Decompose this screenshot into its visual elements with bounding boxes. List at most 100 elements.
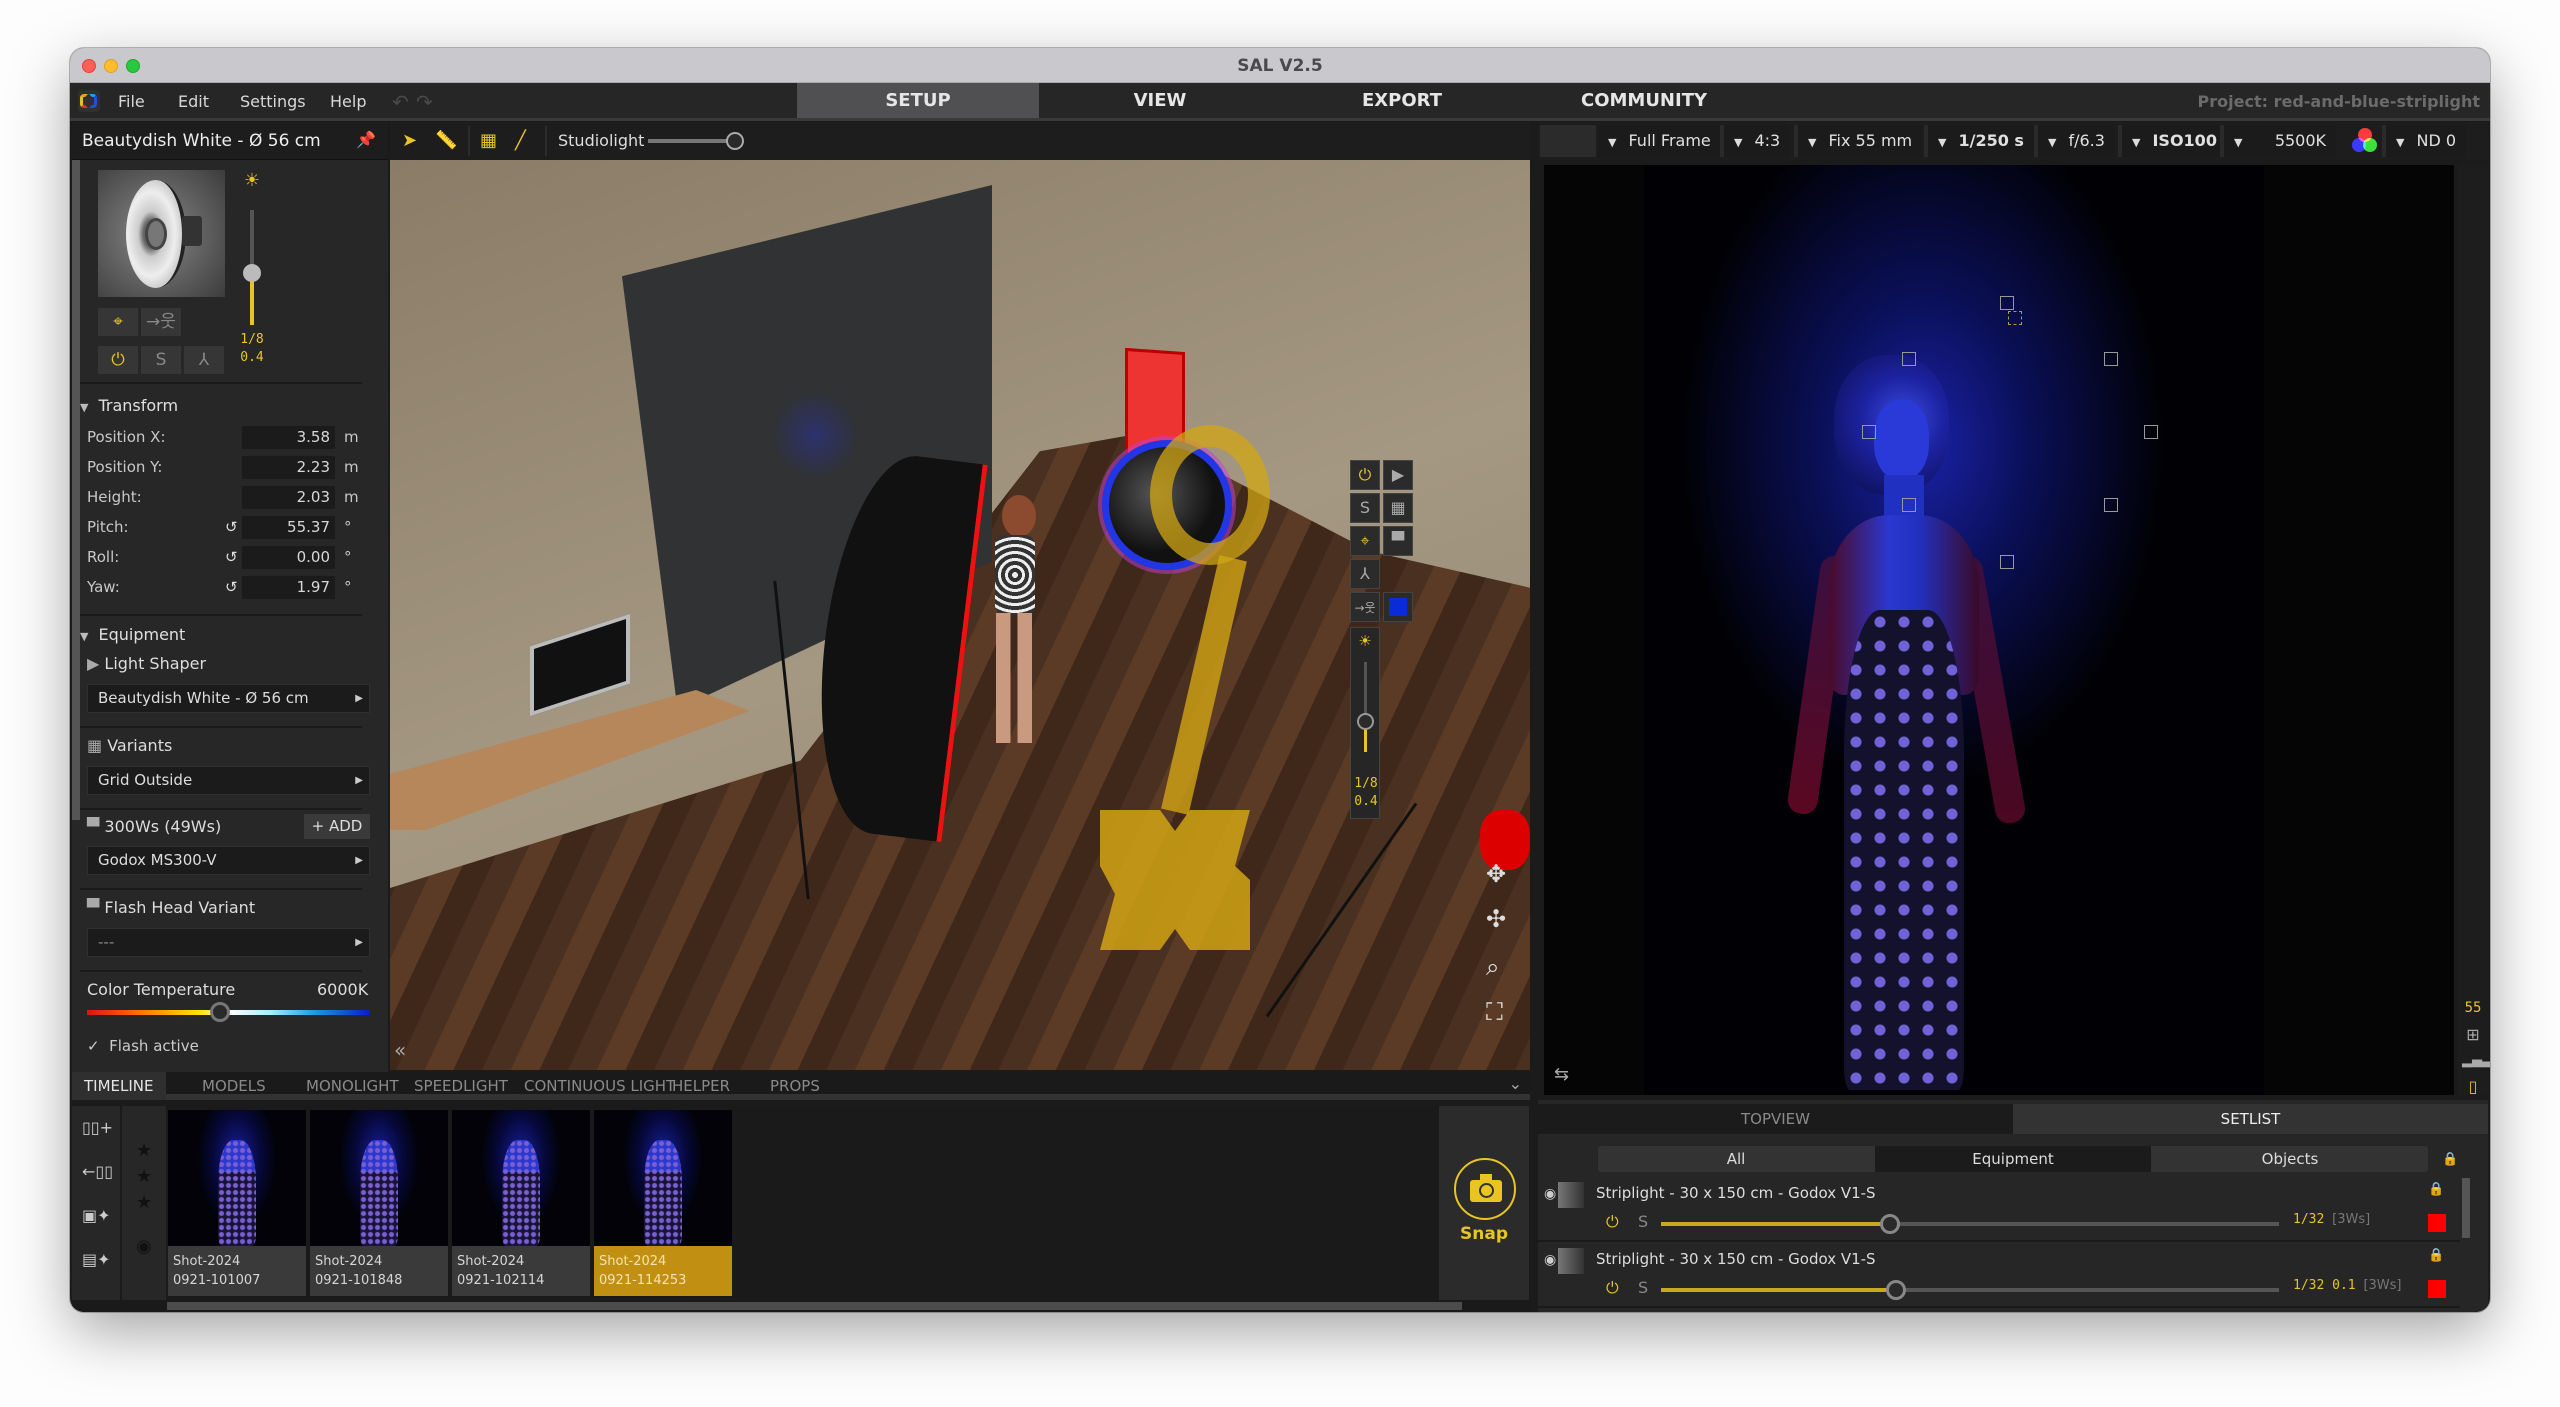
aperture-select[interactable]: ▼ f/6.3 xyxy=(2038,125,2115,157)
tab-export[interactable]: EXPORT xyxy=(1281,83,1523,118)
tab-continuous-light[interactable]: CONTINUOUS LIGHT xyxy=(524,1072,675,1100)
add-shot-icon[interactable]: ▯▯+ xyxy=(82,1118,113,1137)
transform-value-input[interactable]: 2.23 xyxy=(242,456,335,479)
light-color-swatch[interactable] xyxy=(2428,1280,2446,1298)
tab-setlist[interactable]: SETLIST xyxy=(2013,1104,2488,1134)
timeline-shot[interactable]: Shot-2024 0921-114253 xyxy=(594,1110,732,1296)
timeline-shot[interactable]: Shot-2024 0921-101007 xyxy=(168,1110,306,1296)
light-color-swatch[interactable] xyxy=(2428,1214,2446,1232)
stand-button[interactable]: ⅄ xyxy=(184,346,224,374)
shutter-select[interactable]: ▼ 1/250 s xyxy=(1928,125,2034,157)
line-tool-icon[interactable]: ╱ xyxy=(515,130,526,151)
tab-topview[interactable]: TOPVIEW xyxy=(1538,1104,2013,1134)
transform-value-input[interactable]: 3.58 xyxy=(242,426,335,449)
visibility-eye-icon[interactable]: ◉ xyxy=(1544,1186,1556,1202)
af-grid-icon[interactable]: ⊞ xyxy=(2462,1025,2484,1044)
timeline-shot[interactable]: Shot-2024 0921-102114 xyxy=(452,1110,590,1296)
grid-toggle-icon[interactable]: ▦ xyxy=(480,130,497,151)
transform-value-input[interactable]: 0.00 xyxy=(242,546,335,569)
measure-tool-icon[interactable]: 📏 xyxy=(435,130,457,151)
tab-timeline[interactable]: TIMELINE xyxy=(72,1072,166,1100)
pin-icon[interactable]: 📌 xyxy=(356,130,376,149)
star-icon[interactable]: ★ xyxy=(136,1166,152,1187)
flash-select[interactable]: Godox MS300-V ▶ xyxy=(87,846,370,875)
menu-edit[interactable]: Edit xyxy=(178,92,209,111)
histogram-icon[interactable]: ▂▄▃ xyxy=(2462,1053,2490,1068)
compare-icon[interactable]: ▣✦ xyxy=(82,1206,111,1225)
aspect-select[interactable]: ▼ 4:3 xyxy=(1724,125,1791,157)
tab-community[interactable]: COMMUNITY xyxy=(1523,83,1765,118)
orbit-icon[interactable]: ✥ xyxy=(1486,860,1506,888)
overlay-flash-head-button[interactable]: ▀ xyxy=(1383,526,1413,556)
filter-objects[interactable]: Objects xyxy=(2152,1146,2428,1172)
iso-select[interactable]: ▼ ISO100 xyxy=(2122,125,2227,157)
filter-equipment[interactable]: Equipment xyxy=(1875,1146,2151,1172)
zoom-icon[interactable]: ⌕ xyxy=(1486,953,1499,981)
af-point[interactable] xyxy=(1862,425,1876,439)
move-to-model-button[interactable]: →웃 xyxy=(141,308,181,336)
tab-helper[interactable]: HELPER xyxy=(672,1072,730,1100)
solo-s-icon[interactable]: S xyxy=(1638,1278,1648,1297)
overlay-grid-button[interactable]: ▦ xyxy=(1383,493,1413,523)
snap-button[interactable] xyxy=(1454,1158,1516,1220)
compare-all-icon[interactable]: ▤✦ xyxy=(82,1250,111,1269)
redo-icon[interactable]: ↷ xyxy=(416,90,433,114)
lock-icon[interactable]: 🔒 xyxy=(2428,1182,2444,1197)
menu-settings[interactable]: Settings xyxy=(240,92,306,111)
flash-active-checkbox[interactable]: ✓ Flash active xyxy=(87,1037,199,1055)
move-gizmo[interactable] xyxy=(1100,810,1250,950)
equipment-section-header[interactable]: ▼ Equipment xyxy=(80,625,185,644)
setlist-item[interactable]: ◉ Striplight - 30 x 150 cm - Godox V1-S … xyxy=(1538,1244,2460,1308)
overlay-target-button[interactable]: ⌖ xyxy=(1350,526,1380,556)
setlist-item[interactable]: ◉ Striplight - 30 x 150 cm - Godox V1-S … xyxy=(1538,1178,2460,1242)
power-slider-knob[interactable] xyxy=(243,264,261,283)
tab-props[interactable]: PROPS xyxy=(770,1072,820,1100)
reset-icon[interactable]: ↺ xyxy=(225,578,238,596)
overlay-color-button[interactable] xyxy=(1383,592,1413,622)
lock-icon[interactable]: 🔒 xyxy=(2428,1248,2444,1263)
tab-monolight[interactable]: MONOLIGHT xyxy=(306,1072,399,1100)
af-point[interactable] xyxy=(2000,555,2014,569)
power-slider[interactable] xyxy=(1661,1280,2279,1300)
tab-setup[interactable]: SETUP xyxy=(797,83,1039,118)
eye-icon[interactable]: ◉ xyxy=(136,1236,152,1257)
undo-icon[interactable]: ↶ xyxy=(392,90,409,114)
overlay-slider-knob[interactable] xyxy=(1357,712,1374,730)
transform-section-header[interactable]: ▼ Transform xyxy=(80,396,178,415)
target-button[interactable]: ⌖ xyxy=(98,308,138,336)
reset-icon[interactable]: ↺ xyxy=(225,548,238,566)
studiolight-slider[interactable] xyxy=(648,132,744,150)
snap-label[interactable]: Snap xyxy=(1439,1224,1529,1244)
transform-value-input[interactable]: 55.37 xyxy=(242,516,335,539)
transform-value-input[interactable]: 1.97 xyxy=(242,576,335,599)
tab-view[interactable]: VIEW xyxy=(1039,83,1281,118)
lens-select[interactable]: ▼ Fix 55 mm xyxy=(1798,125,1923,157)
portrait-orientation-icon[interactable]: ▯ xyxy=(2462,1077,2484,1096)
overlay-shaper-button[interactable]: ▶ xyxy=(1383,460,1413,490)
white-balance-select[interactable]: ▼ 5500K xyxy=(2224,125,2337,157)
light-shaper-select[interactable]: Beautydish White - Ø 56 cm ▶ xyxy=(87,684,370,713)
rotation-gizmo[interactable] xyxy=(1150,425,1270,565)
overlay-move-to-model-button[interactable]: →웃 xyxy=(1350,592,1380,622)
filter-all[interactable]: All xyxy=(1598,1146,1874,1172)
af-point[interactable] xyxy=(2144,425,2158,439)
star-icon[interactable]: ★ xyxy=(136,1140,152,1161)
solo-s-icon[interactable]: S xyxy=(1638,1212,1648,1231)
power-slider[interactable] xyxy=(1661,1214,2279,1234)
select-tool-icon[interactable]: ➤ xyxy=(402,130,417,151)
power-icon[interactable]: ⏻ xyxy=(1606,1212,1619,1232)
camera-preview[interactable]: ⇆ xyxy=(1544,165,2454,1095)
color-temperature-knob[interactable] xyxy=(210,1002,230,1022)
add-flash-button[interactable]: + ADD xyxy=(304,814,370,839)
pan-icon[interactable]: ✣ xyxy=(1486,905,1506,933)
power-slider-knob[interactable] xyxy=(1879,1214,1900,1234)
swap-view-icon[interactable]: ⇆ xyxy=(1554,1064,1569,1085)
rgb-color-icon[interactable] xyxy=(2352,128,2378,154)
af-point-active[interactable] xyxy=(2008,311,2022,325)
af-point[interactable] xyxy=(2104,352,2118,366)
collapse-panel-icon[interactable]: « xyxy=(394,1038,406,1062)
reset-icon[interactable]: ↺ xyxy=(225,518,238,536)
overlay-stand-button[interactable]: ⅄ xyxy=(1350,559,1380,589)
power-slider-knob[interactable] xyxy=(1885,1280,1906,1300)
timeline-scrollbar[interactable] xyxy=(167,1302,1462,1310)
